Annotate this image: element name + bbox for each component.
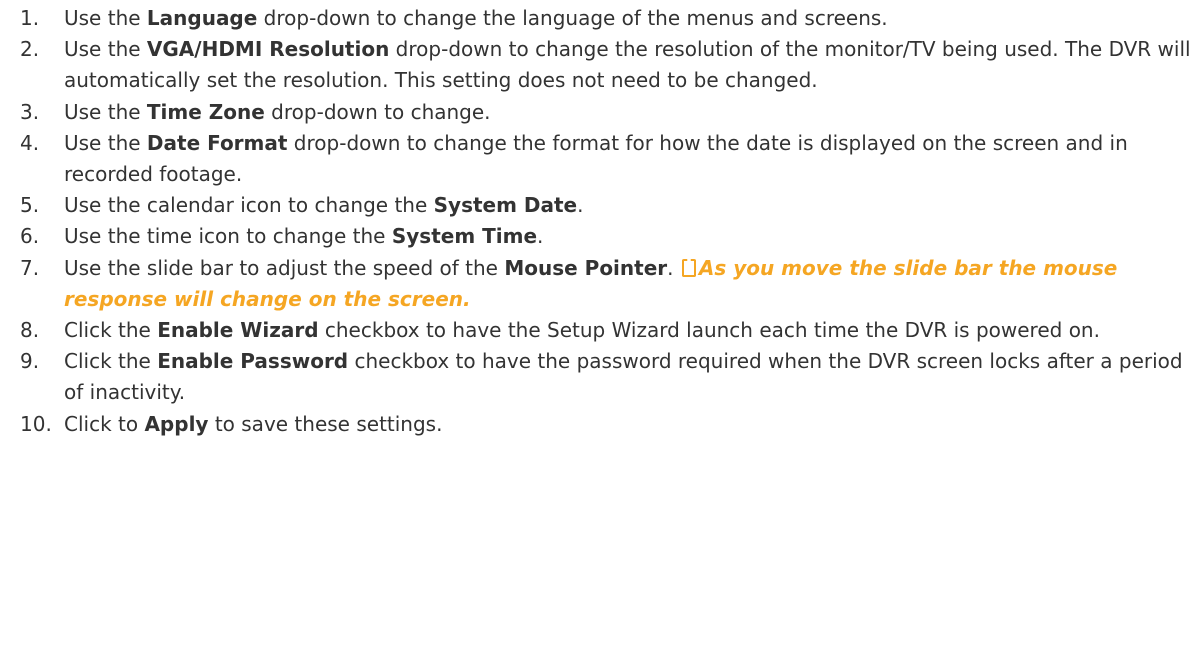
step-text: Use the slide bar to adjust the speed of…	[64, 255, 1118, 311]
step-text: Click the Enable Password checkbox to ha…	[64, 349, 1183, 405]
ui-term: Enable Wizard	[157, 318, 319, 343]
ui-term: Time Zone	[146, 99, 265, 124]
step-number: 5.	[20, 193, 40, 218]
step-number: 3.	[20, 99, 40, 124]
step-number: 6.	[20, 224, 40, 249]
step-text: Use the time icon to change the System T…	[64, 224, 544, 249]
ui-term: Mouse Pointer	[504, 255, 668, 280]
ui-term: System Time	[391, 224, 538, 249]
step-text: Use the Date Format drop-down to change …	[64, 130, 1128, 187]
step-number: 8.	[20, 318, 40, 343]
step-number: 1.	[20, 6, 40, 30]
instruction-list: 1. Use the Language drop-down to change …	[0, 0, 1202, 440]
ui-term: System Date	[433, 193, 578, 218]
step-5: 5. Use the calendar icon to change the S…	[0, 190, 1202, 221]
step-text: Use the Time Zone drop-down to change.	[64, 99, 491, 124]
ui-term: Enable Password	[157, 349, 349, 374]
step-number: 9.	[20, 349, 40, 374]
step-10: 10. Click to Apply to save these setting…	[0, 409, 1202, 440]
ui-term: VGA/HDMI Resolution	[146, 37, 390, 62]
ui-term: Language	[146, 6, 258, 30]
note-icon	[681, 258, 696, 277]
step-6: 6. Use the time icon to change the Syste…	[0, 221, 1202, 252]
step-3: 3. Use the Time Zone drop-down to change…	[0, 97, 1202, 128]
step-8: 8. Click the Enable Wizard checkbox to h…	[0, 315, 1202, 346]
step-number: 2.	[20, 37, 40, 62]
step-text: Use the VGA/HDMI Resolution drop-down to…	[64, 37, 1191, 93]
step-text: Use the Language drop-down to change the…	[64, 6, 888, 30]
step-text: Click the Enable Wizard checkbox to have…	[64, 318, 1100, 343]
step-7: 7. Use the slide bar to adjust the speed…	[0, 253, 1202, 315]
step-text: Click to Apply to save these settings.	[64, 411, 443, 436]
step-1: 1. Use the Language drop-down to change …	[0, 3, 1202, 34]
step-9: 9. Click the Enable Password checkbox to…	[0, 346, 1202, 408]
step-number: 7.	[20, 255, 40, 280]
step-text: Use the calendar icon to change the Syst…	[64, 193, 584, 218]
ui-term: Apply	[144, 411, 209, 436]
step-4: 4. Use the Date Format drop-down to chan…	[0, 128, 1202, 190]
ui-term: Date Format	[146, 130, 288, 155]
step-2: 2. Use the VGA/HDMI Resolution drop-down…	[0, 34, 1202, 96]
step-number: 10.	[20, 411, 52, 436]
step-number: 4.	[20, 130, 40, 155]
